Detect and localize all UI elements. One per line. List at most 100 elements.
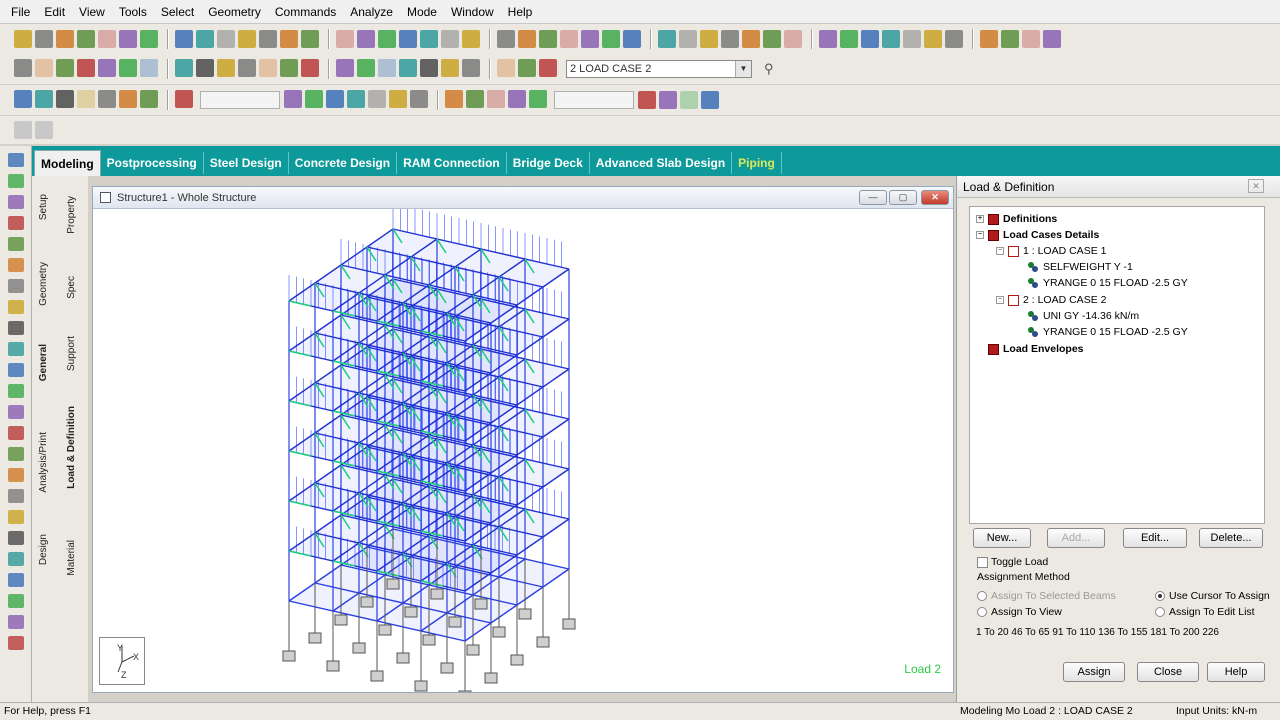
file-tool-icon[interactable] — [679, 30, 697, 48]
load-tree[interactable]: + Definitions − Load Cases Details −1 : LO… — [969, 206, 1265, 524]
tree-leaf-load[interactable]: YRANGE 0 15 FLOAD -2.5 GY — [1028, 326, 1188, 338]
file-tool-icon[interactable] — [539, 30, 557, 48]
fixed-support-icon[interactable] — [492, 626, 506, 638]
menu-geometry[interactable]: Geometry — [201, 5, 268, 19]
view-tool-icon[interactable] — [280, 59, 298, 77]
close-panel-button[interactable]: Close — [1137, 662, 1199, 682]
fixed-support-icon[interactable] — [458, 690, 472, 702]
select-tool-icon[interactable] — [35, 90, 53, 108]
fixed-support-icon[interactable] — [536, 636, 550, 648]
tree-leaf-load[interactable]: YRANGE 0 15 FLOAD -2.5 GY — [1028, 277, 1188, 289]
side-tool-icon[interactable] — [8, 573, 24, 587]
side-tool-icon[interactable] — [8, 258, 24, 272]
menu-edit[interactable]: Edit — [37, 5, 72, 19]
view-tool-icon[interactable] — [77, 59, 95, 77]
view-tool-icon[interactable] — [378, 59, 396, 77]
side-tool-icon[interactable] — [8, 426, 24, 440]
toolbar-field-1[interactable] — [200, 91, 280, 109]
fixed-support-icon[interactable] — [422, 634, 436, 646]
view-tool-icon[interactable] — [196, 59, 214, 77]
file-tool-icon[interactable] — [462, 30, 480, 48]
file-tool-icon[interactable] — [819, 30, 837, 48]
geometry-tool-icon[interactable] — [487, 90, 505, 108]
fixed-support-icon[interactable] — [518, 608, 532, 620]
tab-advanced-slab-design[interactable]: Advanced Slab Design — [590, 152, 733, 174]
geometry-tool-icon[interactable] — [445, 90, 463, 108]
fixed-support-icon[interactable] — [440, 662, 454, 674]
add-button[interactable]: Add... — [1047, 528, 1105, 548]
side-tool-icon[interactable] — [8, 237, 24, 251]
view-tool-icon[interactable] — [217, 59, 235, 77]
fixed-support-icon[interactable] — [334, 614, 348, 626]
side-tab-geometry[interactable]: Geometry — [38, 262, 49, 306]
file-tool-icon[interactable] — [399, 30, 417, 48]
tree-leaf-load[interactable]: SELFWEIGHT Y -1 — [1028, 261, 1133, 273]
fixed-support-icon[interactable] — [352, 642, 366, 654]
snap-toggle-icon[interactable] — [35, 121, 53, 139]
command-tool-icon[interactable] — [701, 91, 719, 109]
side-tool-icon[interactable] — [8, 216, 24, 230]
tab-piping[interactable]: Piping — [732, 152, 782, 174]
side-tool-icon[interactable] — [8, 510, 24, 524]
tree-node-load-cases[interactable]: − Load Cases Details — [976, 229, 1099, 241]
view-tool-icon[interactable] — [441, 59, 459, 77]
side-tool-icon[interactable] — [8, 321, 24, 335]
new-button[interactable]: New... — [973, 528, 1031, 548]
side-tab-spec[interactable]: Spec — [66, 276, 77, 299]
grid-toggle-icon[interactable] — [14, 121, 32, 139]
fixed-support-icon[interactable] — [562, 618, 576, 630]
side-tool-icon[interactable] — [8, 363, 24, 377]
view-tool-icon[interactable] — [119, 59, 137, 77]
file-tool-icon[interactable] — [259, 30, 277, 48]
fixed-support-icon[interactable] — [430, 588, 444, 600]
side-tool-icon[interactable] — [8, 153, 24, 167]
side-tool-icon[interactable] — [8, 384, 24, 398]
expand-icon[interactable]: + — [976, 215, 984, 223]
file-tool-icon[interactable] — [140, 30, 158, 48]
file-tool-icon[interactable] — [1001, 30, 1019, 48]
side-tool-icon[interactable] — [8, 552, 24, 566]
file-tool-icon[interactable] — [560, 30, 578, 48]
file-tool-icon[interactable] — [336, 30, 354, 48]
file-tool-icon[interactable] — [980, 30, 998, 48]
file-tool-icon[interactable] — [742, 30, 760, 48]
side-tab-design[interactable]: Design — [38, 534, 49, 565]
file-tool-icon[interactable] — [784, 30, 802, 48]
geometry-tool-icon[interactable] — [368, 90, 386, 108]
side-tool-icon[interactable] — [8, 405, 24, 419]
fixed-support-icon[interactable] — [510, 654, 524, 666]
view-tool-icon[interactable] — [140, 59, 158, 77]
menu-commands[interactable]: Commands — [268, 5, 343, 19]
file-tool-icon[interactable] — [77, 30, 95, 48]
view-tool-icon[interactable] — [301, 59, 319, 77]
tab-ram-connection[interactable]: RAM Connection — [397, 152, 507, 174]
file-tool-icon[interactable] — [861, 30, 879, 48]
close-button[interactable]: ✕ — [921, 190, 949, 205]
fixed-support-icon[interactable] — [378, 624, 392, 636]
side-tab-analysis-print[interactable]: Analysis/Print — [38, 432, 49, 493]
side-tool-icon[interactable] — [8, 594, 24, 608]
fixed-support-icon[interactable] — [370, 670, 384, 682]
geometry-tool-icon[interactable] — [466, 90, 484, 108]
fixed-support-icon[interactable] — [282, 650, 296, 662]
fixed-support-icon[interactable] — [404, 606, 418, 618]
side-tab-material[interactable]: Material — [66, 540, 77, 576]
edit-button[interactable]: Edit... — [1123, 528, 1187, 548]
side-tool-icon[interactable] — [8, 279, 24, 293]
view-tool-icon[interactable] — [399, 59, 417, 77]
view-tool-icon[interactable] — [56, 59, 74, 77]
select-tool-icon[interactable] — [56, 90, 74, 108]
file-tool-icon[interactable] — [903, 30, 921, 48]
maximize-button[interactable]: ▢ — [889, 190, 917, 205]
geometry-tool-icon[interactable] — [326, 90, 344, 108]
menu-window[interactable]: Window — [444, 5, 501, 19]
select-tool-icon[interactable] — [77, 90, 95, 108]
tree-leaf-load[interactable]: UNI GY -14.36 kN/m — [1028, 310, 1139, 322]
file-tool-icon[interactable] — [238, 30, 256, 48]
menu-analyze[interactable]: Analyze — [343, 5, 400, 19]
view-tool-icon[interactable] — [14, 59, 32, 77]
file-tool-icon[interactable] — [602, 30, 620, 48]
select-tool-icon[interactable] — [14, 90, 32, 108]
menu-select[interactable]: Select — [154, 5, 201, 19]
fixed-support-icon[interactable] — [386, 578, 400, 590]
